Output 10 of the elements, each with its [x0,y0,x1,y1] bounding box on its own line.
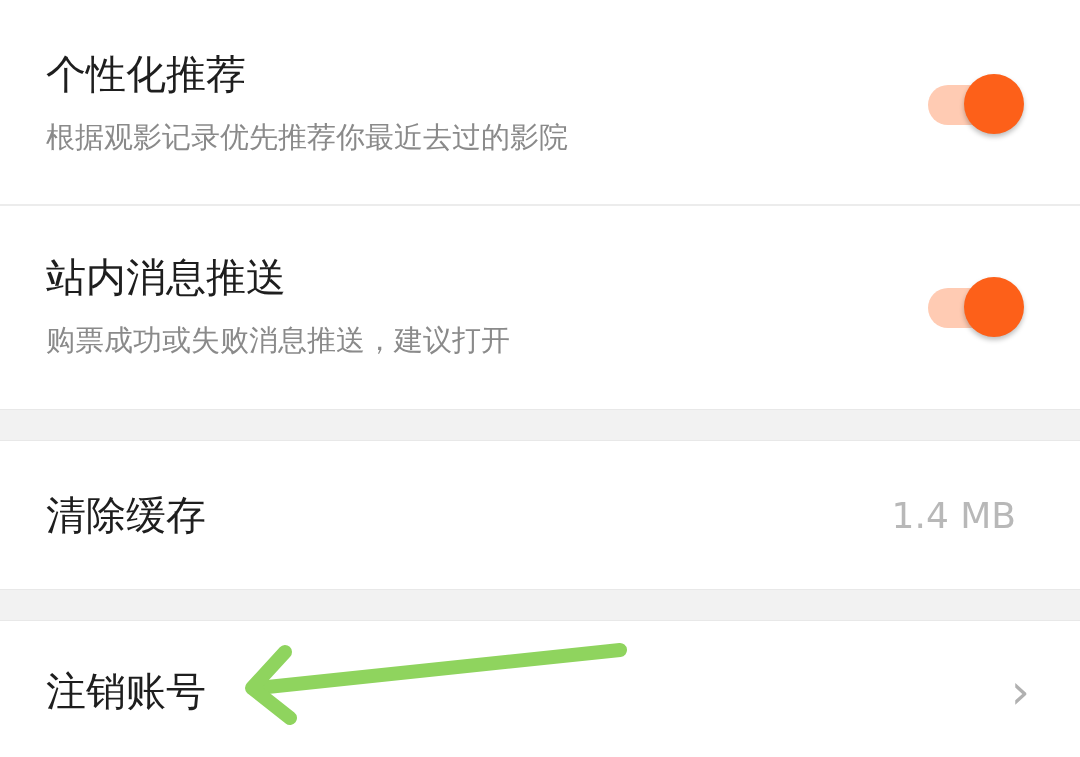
toggle-switch[interactable] [928,276,1024,339]
setting-title: 注销账号 [46,669,206,713]
setting-description: 根据观影记录优先推荐你最近去过的影院 [46,119,568,156]
cache-size: 1.4 MB [891,494,1016,536]
setting-title: 个性化推荐 [46,52,246,96]
setting-title: 站内消息推送 [46,254,286,299]
setting-description: 购票成功或失败消息推送，建议打开 [46,321,510,359]
setting-title: 清除缓存 [46,493,206,537]
chevron-icon[interactable]: › [1010,663,1030,719]
toggle-switch[interactable] [928,74,1024,136]
